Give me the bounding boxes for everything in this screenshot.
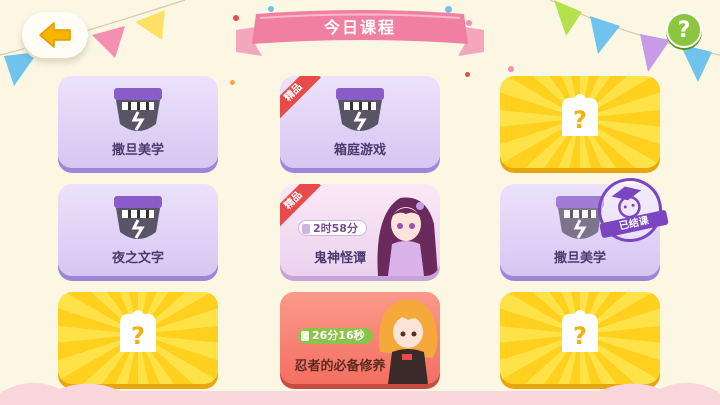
- course-card-locked[interactable]: ?: [500, 292, 660, 384]
- help-button[interactable]: ?: [666, 12, 702, 48]
- back-button[interactable]: [22, 12, 88, 58]
- course-card-satan-aesthetics[interactable]: 撒旦美学: [58, 76, 218, 168]
- course-title: 夜之文字: [111, 251, 164, 266]
- course-card-ninja-training[interactable]: 26分16秒 忍者的必备修养: [280, 292, 440, 384]
- help-label: ?: [677, 17, 691, 43]
- course-title: 箱庭游戏: [333, 143, 386, 158]
- footer-scallop: [0, 382, 720, 405]
- svg-text:?: ?: [131, 322, 145, 350]
- premium-ribbon: 精品: [280, 76, 321, 120]
- question-icon: ?: [120, 310, 156, 352]
- question-icon: ?: [562, 94, 598, 136]
- question-icon: ?: [562, 310, 598, 352]
- arrow-left-icon: [39, 22, 71, 48]
- course-title: 忍者的必备修养: [294, 359, 386, 374]
- course-card-ghost-tales[interactable]: 精品 2时58分 鬼神怪谭: [280, 184, 440, 276]
- page-title: 今日课程: [323, 18, 396, 37]
- svg-text:?: ?: [573, 322, 587, 350]
- confetti-dot: [508, 66, 514, 72]
- course-card-locked[interactable]: ?: [58, 292, 218, 384]
- locked-badge-icon: [336, 88, 384, 131]
- locked-badge-icon: [114, 88, 162, 131]
- confetti-dot: [465, 72, 470, 77]
- course-title: 撒旦美学: [553, 251, 606, 266]
- course-title: 鬼神怪谭: [313, 251, 366, 266]
- locked-badge-icon: [114, 196, 162, 239]
- course-card-sandbox-game[interactable]: 精品 箱庭游戏: [280, 76, 440, 168]
- course-card-locked[interactable]: ?: [500, 76, 660, 168]
- countdown-timer: 26分16秒: [298, 328, 373, 344]
- countdown-timer: 2时58分: [298, 220, 367, 236]
- course-card-night-script[interactable]: 夜之文字: [58, 184, 218, 276]
- course-title: 撒旦美学: [111, 143, 164, 158]
- confetti-dot: [230, 80, 235, 85]
- svg-text:?: ?: [573, 106, 587, 134]
